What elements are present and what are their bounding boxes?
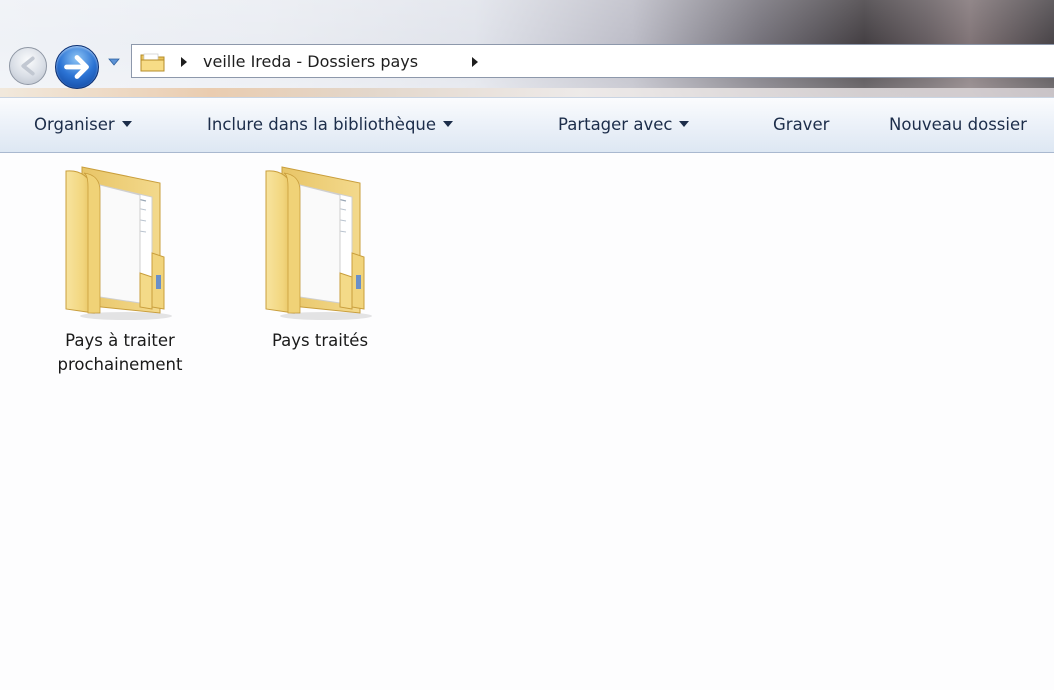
folder-label: Pays traités <box>230 329 410 353</box>
include-library-label: Inclure dans la bibliothèque <box>207 115 437 134</box>
forward-arrow-icon <box>64 55 89 79</box>
folder-icon <box>65 166 172 320</box>
chevron-down-icon[interactable] <box>108 56 120 68</box>
file-list: Pays à traiter prochainement Pays traité… <box>0 153 1054 690</box>
folder-icon <box>265 166 372 320</box>
explorer-window: veille Ireda - Dossiers pays Organiser I… <box>0 0 1054 690</box>
title-bar: veille Ireda - Dossiers pays <box>0 0 1054 97</box>
folder-label-line-2: prochainement <box>57 355 183 374</box>
folder-icon <box>140 53 165 72</box>
command-bar: Organiser Inclure dans la bibliothèque P… <box>0 97 1054 153</box>
share-with-label: Partager avec <box>558 115 673 134</box>
folder-label: Pays à traiter prochainement <box>30 329 210 377</box>
folder-label-line-1: Pays à traiter <box>65 331 175 350</box>
title-bar-streak <box>0 88 1054 97</box>
address-bar[interactable]: veille Ireda - Dossiers pays <box>131 44 1054 78</box>
burn-label: Graver <box>773 115 830 134</box>
organize-button[interactable]: Organiser <box>34 111 132 139</box>
burn-button[interactable]: Graver <box>773 111 829 139</box>
chevron-down-icon <box>443 120 454 127</box>
chevron-down-icon <box>121 120 132 127</box>
share-with-button[interactable]: Partager avec <box>558 111 690 139</box>
breadcrumb-arrow-icon[interactable] <box>180 57 188 67</box>
folder-item-pays-a-traiter[interactable]: Pays à traiter prochainement <box>30 163 210 377</box>
back-button[interactable] <box>9 47 47 85</box>
include-library-button[interactable]: Inclure dans la bibliothèque <box>207 111 454 139</box>
new-folder-button[interactable]: Nouveau dossier <box>889 111 1027 139</box>
back-arrow-icon <box>21 56 35 76</box>
organize-label: Organiser <box>34 115 115 134</box>
forward-button[interactable] <box>55 45 99 89</box>
new-folder-label: Nouveau dossier <box>889 115 1027 134</box>
folder-item-pays-traites[interactable]: Pays traités <box>230 163 410 353</box>
folder-label-line-1: Pays traités <box>271 331 369 350</box>
chevron-down-icon <box>679 120 690 127</box>
breadcrumb-item[interactable]: veille Ireda - Dossiers pays <box>203 52 418 71</box>
breadcrumb-arrow-icon[interactable] <box>471 57 479 67</box>
